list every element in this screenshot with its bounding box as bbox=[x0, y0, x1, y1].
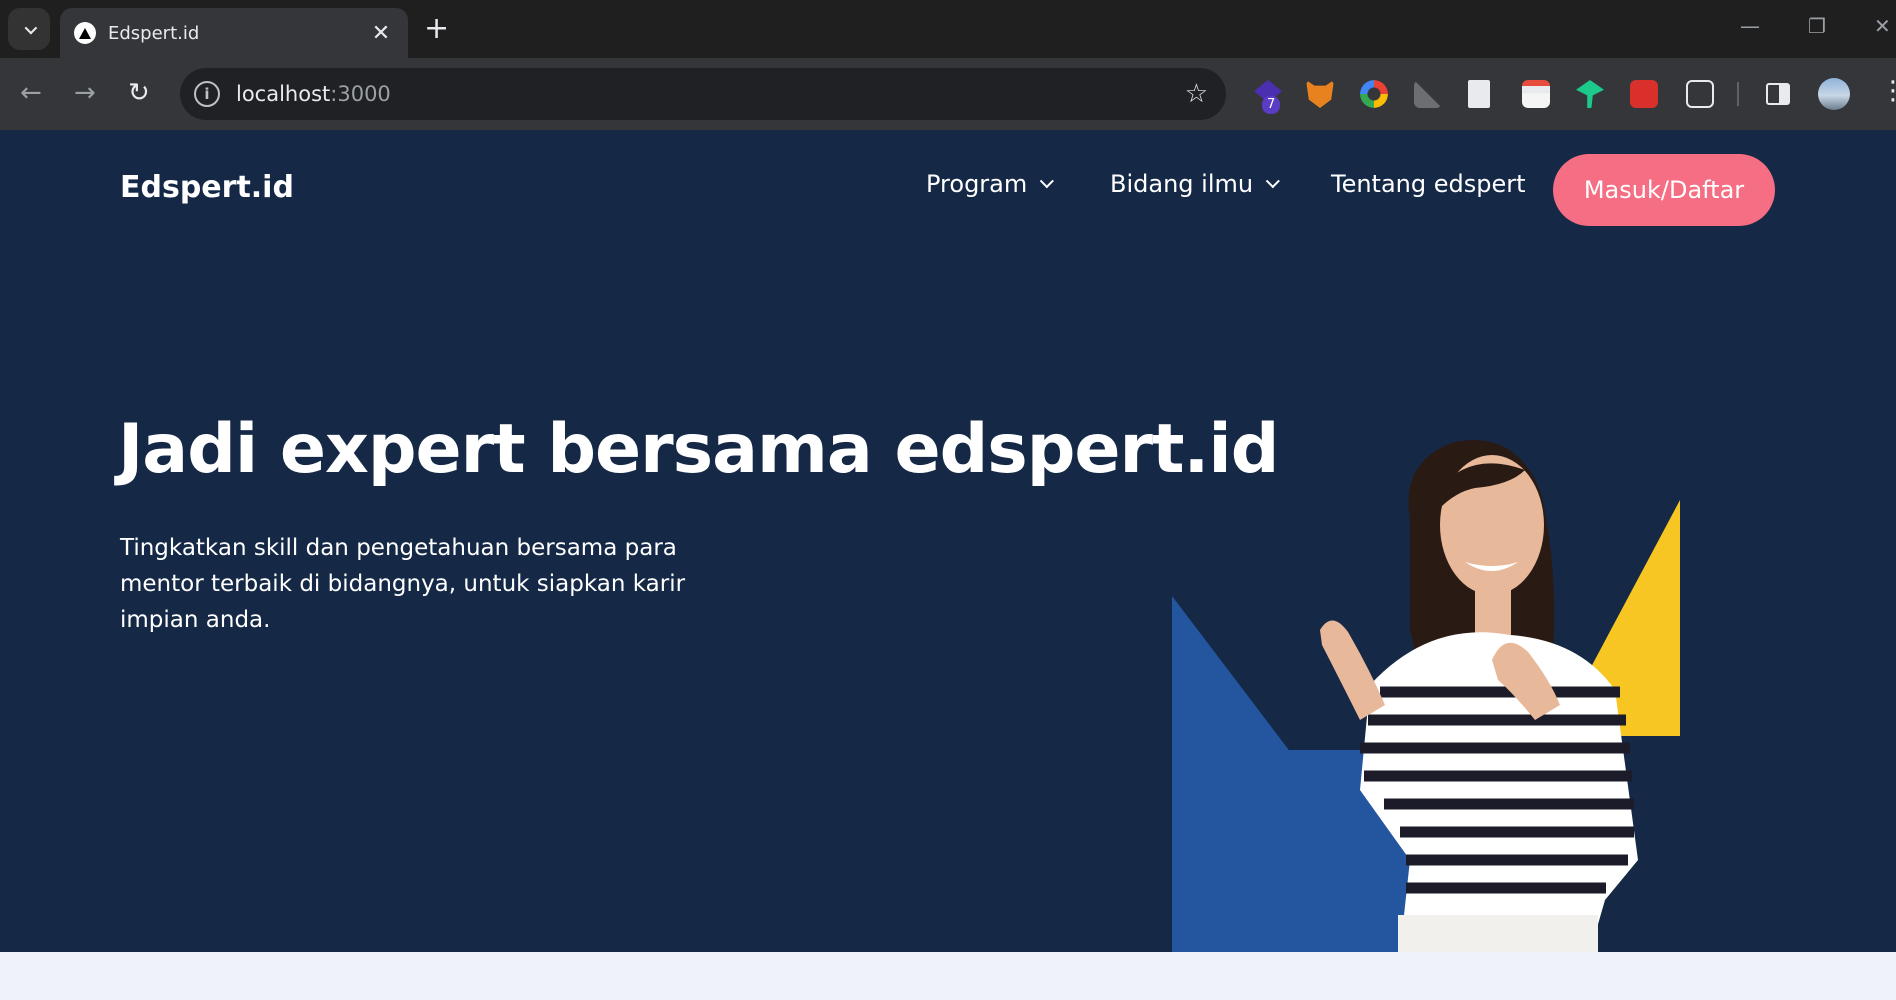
red-extension-icon[interactable] bbox=[1630, 80, 1658, 108]
reload-icon[interactable]: ↻ bbox=[128, 78, 150, 108]
hero-subtitle: Tingkatkan skill dan pengetahuan bersama… bbox=[120, 535, 686, 633]
next-section bbox=[0, 952, 1896, 1000]
tab-title: Edspert.id bbox=[108, 22, 200, 44]
more-menu-icon[interactable]: ⋮ bbox=[1880, 76, 1896, 106]
extensions-puzzle-icon[interactable] bbox=[1686, 80, 1714, 108]
login-register-button[interactable]: Masuk/Daftar bbox=[1553, 154, 1775, 226]
new-tab-button[interactable]: + bbox=[424, 12, 449, 46]
forward-arrow-icon[interactable]: → bbox=[74, 78, 96, 108]
minimize-icon[interactable]: — bbox=[1740, 14, 1760, 38]
hero-title: Jadi expert bersama edspert.id bbox=[118, 410, 1279, 489]
nav-bidang-ilmu[interactable]: Bidang ilmu bbox=[1110, 170, 1280, 198]
back-arrow-icon[interactable]: ← bbox=[20, 78, 42, 108]
chevron-down-icon bbox=[24, 21, 37, 34]
nav-program[interactable]: Program bbox=[926, 170, 1055, 198]
nav-bidang-ilmu-label: Bidang ilmu bbox=[1110, 170, 1254, 198]
browser-tabstrip: Edspert.id ✕ + — ❐ ✕ bbox=[0, 0, 1896, 58]
hero-section: Edspert.id Program Bidang ilmu Tentang e… bbox=[0, 130, 1896, 952]
close-tab-icon[interactable]: ✕ bbox=[366, 21, 396, 46]
chevron-down-icon bbox=[1040, 174, 1055, 189]
nav-tentang-edspert[interactable]: Tentang edspert bbox=[1331, 170, 1526, 198]
address-bar[interactable]: i localhost:3000 ☆ bbox=[180, 68, 1226, 120]
site-logo[interactable]: Edspert.id bbox=[120, 170, 294, 205]
nav-program-label: Program bbox=[926, 170, 1028, 198]
close-window-icon[interactable]: ✕ bbox=[1874, 14, 1891, 38]
url-port: :3000 bbox=[330, 82, 391, 106]
restore-icon[interactable]: ❐ bbox=[1808, 14, 1826, 38]
side-panel-icon[interactable] bbox=[1766, 83, 1790, 105]
extension-badge: 7 bbox=[1262, 96, 1281, 114]
woman-pointing-image bbox=[1320, 440, 1638, 952]
document-icon[interactable] bbox=[1468, 80, 1490, 108]
calendar-icon[interactable] bbox=[1522, 80, 1550, 108]
triangle-favicon-icon bbox=[74, 22, 96, 44]
tab-search-button[interactable] bbox=[8, 8, 50, 50]
chevron-down-icon bbox=[1265, 174, 1280, 189]
color-picker-icon[interactable] bbox=[1360, 80, 1388, 108]
bookmark-star-icon[interactable]: ☆ bbox=[1185, 79, 1208, 109]
site-info-icon[interactable]: i bbox=[194, 81, 220, 107]
profile-avatar[interactable] bbox=[1818, 78, 1850, 110]
url-host: localhost bbox=[236, 82, 331, 106]
toolbar-divider bbox=[1737, 82, 1739, 106]
active-tab[interactable]: Edspert.id ✕ bbox=[60, 8, 408, 58]
